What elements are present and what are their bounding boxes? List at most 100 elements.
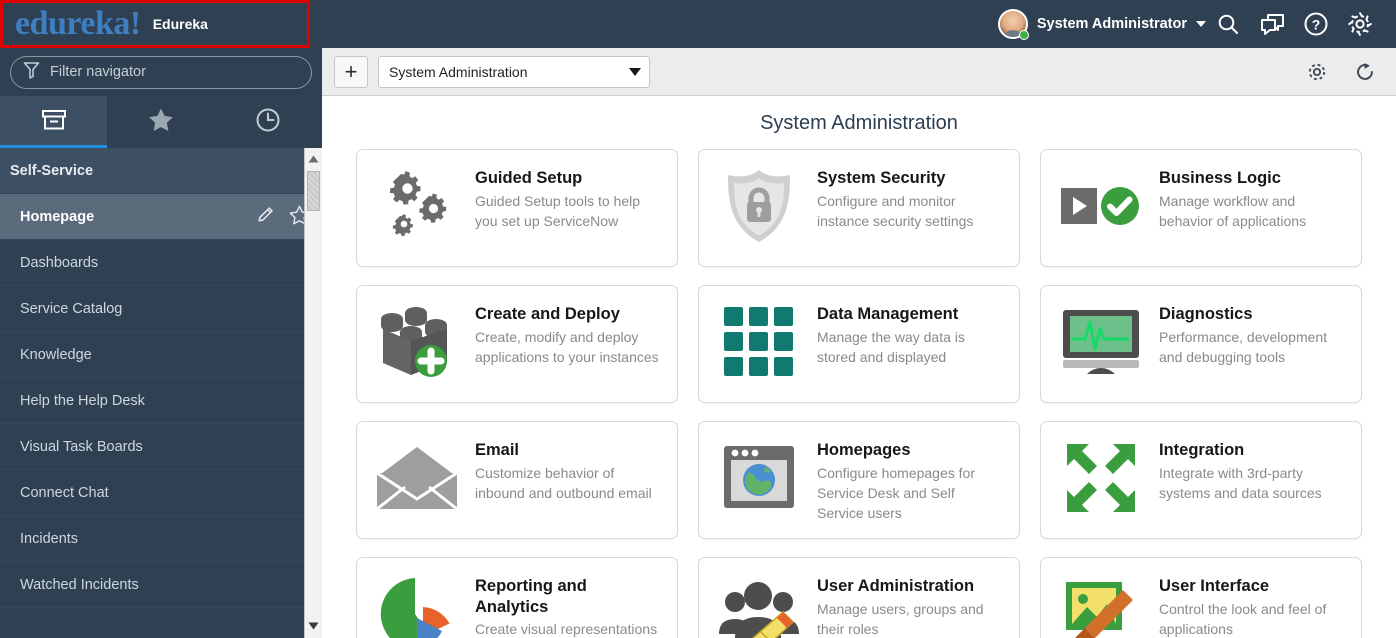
sidebar-item-service-catalog[interactable]: Service Catalog [0, 286, 322, 332]
sidebar-item-help-the-help-desk[interactable]: Help the Help Desk [0, 378, 322, 424]
card-title: Email [475, 441, 520, 459]
card-guided-setup[interactable]: Guided Setup Guided Setup tools to help … [356, 149, 678, 267]
chevron-down-icon [629, 67, 641, 76]
sidebar-item-connect-chat[interactable]: Connect Chat [0, 470, 322, 516]
application-selector[interactable]: System Administration [378, 55, 650, 88]
add-tab-button[interactable]: + [334, 55, 368, 88]
conversations-icon[interactable] [1250, 0, 1294, 48]
gears-icon [375, 164, 459, 248]
sidebar-item-incidents[interactable]: Incidents [0, 516, 322, 562]
card-description: Integrate with 3rd-party systems and dat… [1159, 464, 1322, 501]
pencil-icon[interactable] [256, 205, 275, 228]
sidebar-item-watched-incidents[interactable]: Watched Incidents [0, 562, 322, 608]
help-icon[interactable]: ? [1294, 0, 1338, 48]
gear-icon[interactable] [1338, 0, 1382, 48]
lego-plus-icon [375, 300, 459, 384]
refresh-icon[interactable] [1346, 52, 1384, 92]
card-description: Manage the way data is stored and displa… [817, 328, 965, 365]
card-data-management[interactable]: Data Management Manage the way data is s… [698, 285, 1020, 403]
pie-chart-icon [375, 572, 459, 638]
brand-highlight-box[interactable]: edureka! Edureka [0, 0, 310, 48]
card-user-interface[interactable]: User Interface Control the look and feel… [1040, 557, 1362, 638]
card-description: Configure and monitor instance security … [817, 192, 974, 229]
card-reporting-and-analytics[interactable]: Reporting and Analytics Create visual re… [356, 557, 678, 638]
archive-box-icon [41, 108, 67, 137]
card-title: User Administration [817, 577, 975, 595]
card-system-security[interactable]: System Security Configure and monitor in… [698, 149, 1020, 267]
star-icon [148, 107, 174, 137]
card-business-logic[interactable]: Business Logic Manage workflow and behav… [1040, 149, 1362, 267]
card-title: Create and Deploy [475, 305, 620, 323]
sidebar-item-actions [256, 205, 310, 229]
card-description: Manage workflow and behavior of applicat… [1159, 192, 1307, 229]
sidebar-item-label: Knowledge [20, 346, 92, 363]
card-description: Control the look and feel of application… [1159, 600, 1327, 637]
scroll-down-arrow-icon[interactable] [308, 617, 319, 635]
sidebar-item-visual-task-boards[interactable]: Visual Task Boards [0, 424, 322, 470]
card-text: Diagnostics Performance, development and… [1159, 300, 1347, 367]
card-description: Create, modify and deploy applications t… [475, 328, 659, 365]
card-title: Business Logic [1159, 169, 1281, 187]
card-text: Email Customize behavior of inbound and … [475, 436, 663, 503]
tab-favorites[interactable] [107, 96, 214, 148]
module-card-grid: Guided Setup Guided Setup tools to help … [356, 149, 1362, 638]
filter-navigator-area: Filter navigator [0, 48, 322, 96]
card-description: Performance, development and debugging t… [1159, 328, 1328, 365]
card-user-administration[interactable]: User Administration Manage users, groups… [698, 557, 1020, 638]
card-text: User Administration Manage users, groups… [817, 572, 1005, 638]
sidebar-item-label: Watched Incidents [20, 576, 139, 593]
sidebar-item-knowledge[interactable]: Knowledge [0, 332, 322, 378]
card-description: Guided Setup tools to help you set up Se… [475, 192, 641, 229]
card-homepages[interactable]: Homepages Configure homepages for Servic… [698, 421, 1020, 539]
sidebar-section-self-service[interactable]: Self-Service [0, 148, 322, 194]
page-title: System Administration [760, 112, 958, 134]
user-name-label: System Administrator [1036, 16, 1187, 32]
sidebar-item-label: Homepage [20, 208, 95, 225]
avatar[interactable] [997, 9, 1029, 40]
edureka-logo: edureka! [15, 5, 141, 42]
card-description: Configure homepages for Service Desk and… [817, 464, 975, 522]
svg-text:?: ? [1312, 17, 1321, 33]
card-integration[interactable]: Integration Integrate with 3rd-party sys… [1040, 421, 1362, 539]
sidebar-item-label: Help the Help Desk [20, 392, 145, 409]
tab-history[interactable] [215, 96, 322, 148]
main-content: + System Administration System Administr… [322, 48, 1396, 638]
envelope-icon [375, 436, 459, 520]
card-text: Create and Deploy Create, modify and dep… [475, 300, 663, 367]
tab-all-applications[interactable] [0, 96, 108, 148]
scrollbar-thumb[interactable] [307, 171, 320, 211]
card-email[interactable]: Email Customize behavior of inbound and … [356, 421, 678, 539]
card-text: User Interface Control the look and feel… [1159, 572, 1347, 638]
card-create-and-deploy[interactable]: Create and Deploy Create, modify and dep… [356, 285, 678, 403]
sidebar-item-label: Connect Chat [20, 484, 109, 501]
card-text: Business Logic Manage workflow and behav… [1159, 164, 1347, 231]
sidebar-item-label: Service Catalog [20, 300, 123, 317]
sidebar-item-homepage[interactable]: Homepage [0, 194, 322, 240]
card-description: Manage users, groups and their roles [817, 600, 984, 637]
header-actions: System Administrator ? [997, 0, 1396, 48]
arrows-inward-icon [1059, 436, 1143, 520]
card-title: System Security [817, 169, 946, 187]
gear-icon[interactable] [1298, 52, 1336, 92]
card-description: Create visual representations of your da… [475, 621, 658, 638]
sidebar-item-label: Dashboards [20, 254, 99, 271]
card-title: Integration [1159, 441, 1245, 459]
picture-brush-icon [1059, 572, 1143, 638]
card-text: System Security Configure and monitor in… [817, 164, 1005, 231]
play-check-icon [1059, 164, 1143, 248]
card-text: Data Management Manage the way data is s… [817, 300, 1005, 367]
chevron-down-icon[interactable] [1196, 21, 1206, 27]
card-title: Homepages [817, 441, 911, 459]
search-icon[interactable] [1206, 0, 1250, 48]
search-input[interactable]: Filter navigator [10, 55, 312, 89]
users-pencil-icon [717, 572, 801, 638]
card-text: Reporting and Analytics Create visual re… [475, 572, 663, 638]
servicenow-window: edureka! Edureka System Administrator ? [0, 0, 1396, 638]
sidebar-item-dashboards[interactable]: Dashboards [0, 240, 322, 286]
card-diagnostics[interactable]: Diagnostics Performance, development and… [1040, 285, 1362, 403]
sidebar-tabs [0, 96, 322, 148]
card-text: Integration Integrate with 3rd-party sys… [1159, 436, 1347, 503]
sidebar-scrollbar[interactable] [304, 148, 322, 638]
scroll-up-arrow-icon[interactable] [308, 150, 319, 168]
filter-icon [23, 61, 40, 84]
